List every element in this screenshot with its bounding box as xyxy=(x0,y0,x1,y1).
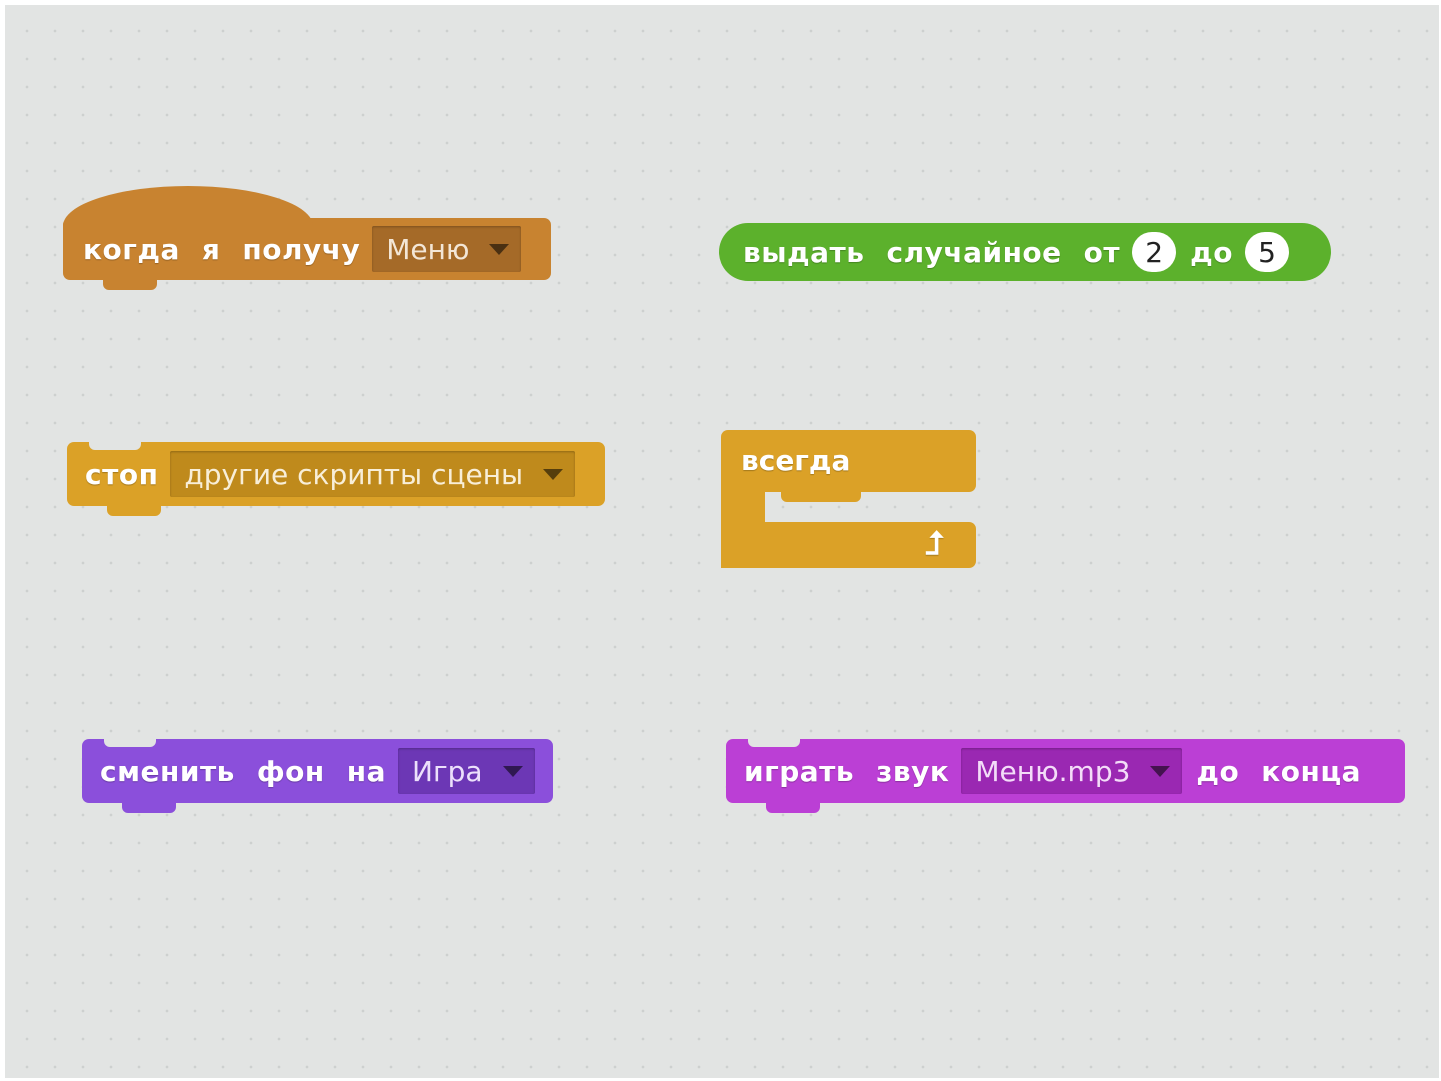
block-word: стоп xyxy=(85,457,159,491)
when-i-receive-block[interactable]: когда я получу Меню xyxy=(63,186,551,290)
block-word: случайное xyxy=(886,235,1062,269)
block-word: звук xyxy=(876,754,950,788)
pick-random-block[interactable]: выдать случайное от 2 до 5 xyxy=(719,223,1331,281)
sound-dropdown[interactable]: Меню.mp3 xyxy=(961,748,1183,794)
backdrop-dropdown-value: Игра xyxy=(412,754,483,788)
dropdown-arrow-icon xyxy=(502,765,523,777)
backdrop-dropdown[interactable]: Игра xyxy=(398,748,535,794)
forever-inner-tab xyxy=(781,490,861,502)
block-word: до xyxy=(1196,754,1240,788)
message-dropdown-value: Меню xyxy=(386,232,470,266)
dropdown-arrow-icon xyxy=(1150,765,1171,777)
play-sound-until-done-block[interactable]: играть звук Меню.mp3 до конца xyxy=(726,738,1405,813)
script-area[interactable]: когда я получу Меню выдать случайное от … xyxy=(5,5,1439,1078)
block-word: когда xyxy=(83,232,180,266)
sound-dropdown-value: Меню.mp3 xyxy=(975,754,1131,788)
message-dropdown[interactable]: Меню xyxy=(372,226,522,272)
stop-option-value: другие скрипты сцены xyxy=(184,457,524,491)
block-word: получу xyxy=(242,232,361,266)
to-number-input[interactable]: 5 xyxy=(1244,232,1289,272)
loop-arrow-icon: ⮥ xyxy=(925,524,944,562)
block-word: выдать xyxy=(743,235,865,269)
stop-block[interactable]: стоп другие скрипты сцены xyxy=(67,441,605,516)
block-word: конца xyxy=(1261,754,1361,788)
block-word: я xyxy=(201,232,221,266)
switch-backdrop-block[interactable]: сменить фон на Игра xyxy=(82,738,553,813)
from-number-input[interactable]: 2 xyxy=(1132,232,1177,272)
dropdown-arrow-icon xyxy=(543,468,564,480)
block-word: фон xyxy=(256,754,325,788)
block-word: на xyxy=(346,754,386,788)
forever-label: всегда xyxy=(741,444,851,477)
block-notch xyxy=(89,441,141,450)
dropdown-arrow-icon xyxy=(489,243,510,255)
block-word: от xyxy=(1083,235,1121,269)
block-word: до xyxy=(1190,235,1233,269)
block-notch xyxy=(104,738,156,747)
block-notch xyxy=(748,738,800,747)
block-word: играть xyxy=(744,754,855,788)
stop-option-dropdown[interactable]: другие скрипты сцены xyxy=(170,451,576,497)
block-word: сменить xyxy=(100,754,235,788)
forever-block[interactable]: всегда ⮥ xyxy=(721,430,976,568)
